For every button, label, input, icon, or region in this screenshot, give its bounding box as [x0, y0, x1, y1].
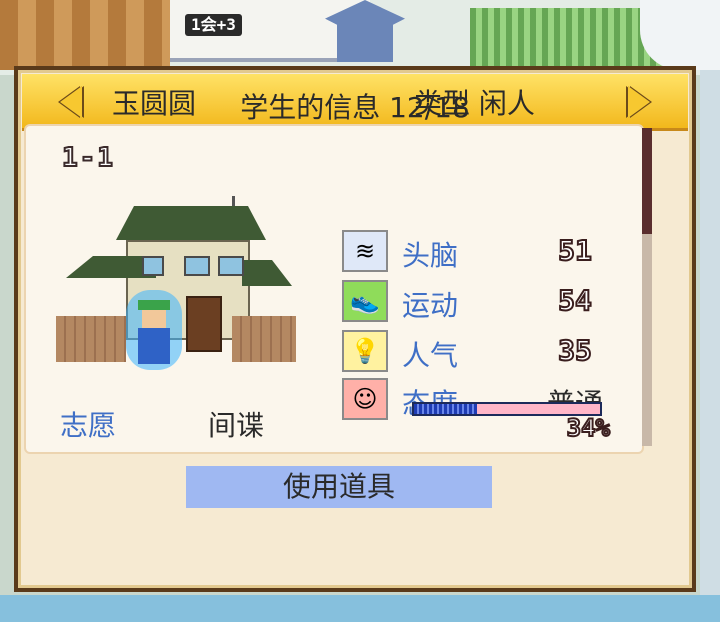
lightbulb-icon: 💡 — [342, 330, 388, 372]
student-sprite — [126, 290, 182, 370]
next-student-arrow-icon[interactable] — [628, 86, 650, 118]
population-badge: 1会+3 — [185, 14, 242, 36]
scroll-thumb[interactable] — [642, 128, 652, 234]
student-home-illustration — [56, 196, 296, 370]
window — [218, 256, 244, 276]
roof-right — [242, 260, 292, 286]
building-classroom — [0, 0, 170, 70]
student-type: 类型 闲人 — [414, 87, 535, 120]
stat-label-sport: 运动 — [402, 289, 459, 322]
smiley-icon: ☺ — [342, 378, 388, 420]
stat-value-brain: 51 — [557, 233, 593, 268]
sneaker-icon: 👟 — [342, 280, 388, 322]
roof — [116, 206, 266, 240]
door — [186, 296, 222, 352]
aspiration-value: 间谍 — [208, 409, 265, 442]
cap — [138, 300, 170, 310]
brain-icon: ≋ — [342, 230, 388, 272]
map-edge — [700, 70, 720, 622]
window — [184, 256, 210, 276]
student-id: 1-1 — [61, 142, 115, 174]
uniform — [138, 328, 170, 364]
scrollbar[interactable] — [642, 128, 652, 446]
wooden-fence — [232, 316, 296, 362]
stat-label-popularity: 人气 — [402, 339, 459, 372]
snow-patch — [640, 0, 720, 70]
use-item-button[interactable]: 使用道具 — [186, 466, 492, 508]
window — [142, 256, 164, 276]
stat-value-popularity: 35 — [557, 333, 593, 368]
aspiration-label: 志愿 — [60, 409, 117, 442]
student-name: 玉圆圆 — [112, 87, 197, 120]
stat-value-sport: 54 — [557, 283, 593, 318]
progress-fill — [414, 404, 478, 414]
face — [142, 310, 166, 328]
stat-label-brain: 头脑 — [402, 239, 459, 272]
wooden-fence — [56, 316, 126, 362]
progress-percent: 34% — [566, 413, 611, 443]
map-bottom — [0, 595, 720, 622]
